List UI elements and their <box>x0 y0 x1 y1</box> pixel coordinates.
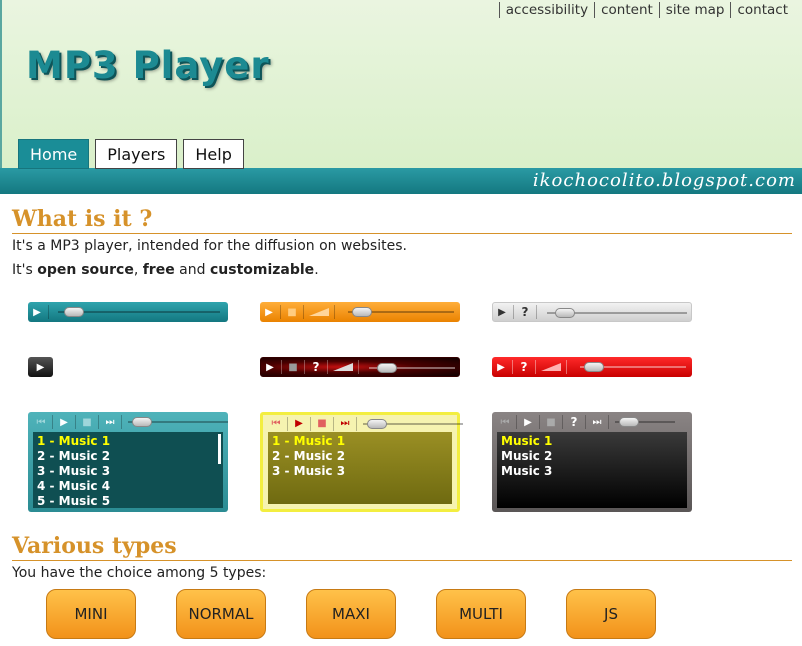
tab-help[interactable]: Help <box>183 139 244 169</box>
play-icon[interactable]: ▶ <box>492 359 510 375</box>
slider-knob[interactable] <box>132 417 152 427</box>
stop-icon[interactable]: ■ <box>78 414 96 430</box>
play-icon[interactable]: ▶ <box>55 414 73 430</box>
list-item[interactable]: Music 3 <box>501 464 683 479</box>
multi-controls: ⏮ ▶ ■ ? ⏭ <box>492 412 692 432</box>
playlist: Music 1 Music 2 Music 3 <box>497 432 687 508</box>
list-item[interactable]: Music 2 <box>501 449 683 464</box>
list-item[interactable]: 3 - Music 3 <box>37 464 219 479</box>
next-icon[interactable]: ⏭ <box>101 414 119 430</box>
multi-controls: ⏮ ▶ ■ ⏭ <box>263 415 463 432</box>
topnav-content-link[interactable]: content <box>594 2 659 18</box>
tab-home[interactable]: Home <box>18 139 90 169</box>
stop-icon[interactable]: ■ <box>542 414 560 430</box>
list-item[interactable]: 4 - Music 4 <box>37 479 219 494</box>
prev-icon[interactable]: ⏮ <box>496 414 514 430</box>
types-intro: You have the choice among 5 types: <box>12 565 267 581</box>
slider-knob[interactable] <box>377 363 397 373</box>
slider-knob[interactable] <box>555 308 575 318</box>
type-multi-button[interactable]: MULTI <box>436 589 526 639</box>
play-icon[interactable]: ▶ <box>28 304 46 320</box>
play-icon[interactable]: ▶ <box>28 359 53 375</box>
list-item[interactable]: 3 - Music 3 <box>272 464 448 479</box>
top-navigation: accessibility content site map contact <box>498 2 794 18</box>
customizable-text: customizable <box>209 262 315 278</box>
type-normal-button[interactable]: NORMAL <box>176 589 266 639</box>
stop-icon[interactable]: ■ <box>283 304 301 320</box>
type-mini-button[interactable]: MINI <box>46 589 136 639</box>
tab-players[interactable]: Players <box>95 139 178 169</box>
play-icon[interactable]: ▶ <box>519 414 537 430</box>
type-maxi-button[interactable]: MAXI <box>306 589 396 639</box>
play-icon[interactable]: ▶ <box>260 304 278 320</box>
help-icon[interactable]: ? <box>516 304 534 320</box>
section-title-types: Various types <box>12 532 792 561</box>
teal-multi-player: ⏮ ▶ ■ ⏭ 1 - Music 1 2 - Music 2 3 - Musi… <box>28 412 228 512</box>
teal-normal-player: ▶ <box>28 302 228 322</box>
yellow-multi-player: ⏮ ▶ ■ ⏭ 1 - Music 1 2 - Music 2 3 - Musi… <box>260 412 463 512</box>
playlist: 1 - Music 1 2 - Music 2 3 - Music 3 <box>268 432 452 504</box>
play-icon[interactable]: ▶ <box>493 304 511 320</box>
slider-knob[interactable] <box>619 417 639 427</box>
type-js-button[interactable]: JS <box>566 589 656 639</box>
free-text: free <box>142 262 175 278</box>
next-icon[interactable]: ⏭ <box>336 416 354 432</box>
play-icon[interactable]: ▶ <box>261 359 279 375</box>
multi-controls: ⏮ ▶ ■ ⏭ <box>28 412 228 432</box>
volume-icon[interactable] <box>330 359 356 375</box>
section-title-what: What is it ? <box>12 205 792 234</box>
volume-icon[interactable] <box>306 304 332 320</box>
slider-knob[interactable] <box>64 307 84 317</box>
playlist: 1 - Music 1 2 - Music 2 3 - Music 3 4 - … <box>33 432 223 508</box>
help-icon[interactable]: ? <box>307 359 325 375</box>
slider-knob[interactable] <box>352 307 372 317</box>
list-item[interactable]: Music 1 <box>501 434 683 449</box>
orange-normal-player: ▶ ■ <box>260 302 460 322</box>
list-item[interactable]: 5 - Music 5 <box>37 494 219 509</box>
volume-icon[interactable] <box>538 359 564 375</box>
topnav-accessibility-link[interactable]: accessibility <box>498 2 594 18</box>
slider-knob[interactable] <box>367 419 387 429</box>
help-icon[interactable]: ? <box>565 414 583 430</box>
topnav-contact-link[interactable]: contact <box>730 2 794 18</box>
stop-icon[interactable]: ■ <box>313 416 331 432</box>
site-logo: MP3 Player <box>26 44 270 87</box>
silver-normal-player: ▶ ? <box>492 302 692 322</box>
next-icon[interactable]: ⏭ <box>588 414 606 430</box>
main-tabs: Home Players Help <box>18 139 244 169</box>
blog-watermark: ikochocolito.blogspot.com <box>532 170 796 191</box>
playlist-scrollbar[interactable] <box>218 434 221 464</box>
intro-line-1: It's a MP3 player, intended for the diff… <box>12 238 407 254</box>
slider-knob[interactable] <box>584 362 604 372</box>
topnav-sitemap-link[interactable]: site map <box>658 2 731 18</box>
prev-icon[interactable]: ⏮ <box>32 414 50 430</box>
list-item[interactable]: 1 - Music 1 <box>272 434 448 449</box>
red-normal-player: ▶ ? <box>492 357 692 377</box>
flame-normal-player: ▶ ■ ? <box>260 357 460 377</box>
play-icon[interactable]: ▶ <box>290 416 308 432</box>
stop-icon[interactable]: ■ <box>284 359 302 375</box>
list-item[interactable]: 1 - Music 1 <box>37 434 219 449</box>
list-item[interactable]: 2 - Music 2 <box>37 449 219 464</box>
list-item[interactable]: 2 - Music 2 <box>272 449 448 464</box>
prev-icon[interactable]: ⏮ <box>267 416 285 432</box>
intro-line-2: It's open source, free and customizable. <box>12 262 319 278</box>
black-multi-player: ⏮ ▶ ■ ? ⏭ Music 1 Music 2 Music 3 <box>492 412 692 512</box>
help-icon[interactable]: ? <box>515 359 533 375</box>
open-source-text: open source <box>37 262 134 278</box>
black-mini-player: ▶ <box>28 357 53 377</box>
